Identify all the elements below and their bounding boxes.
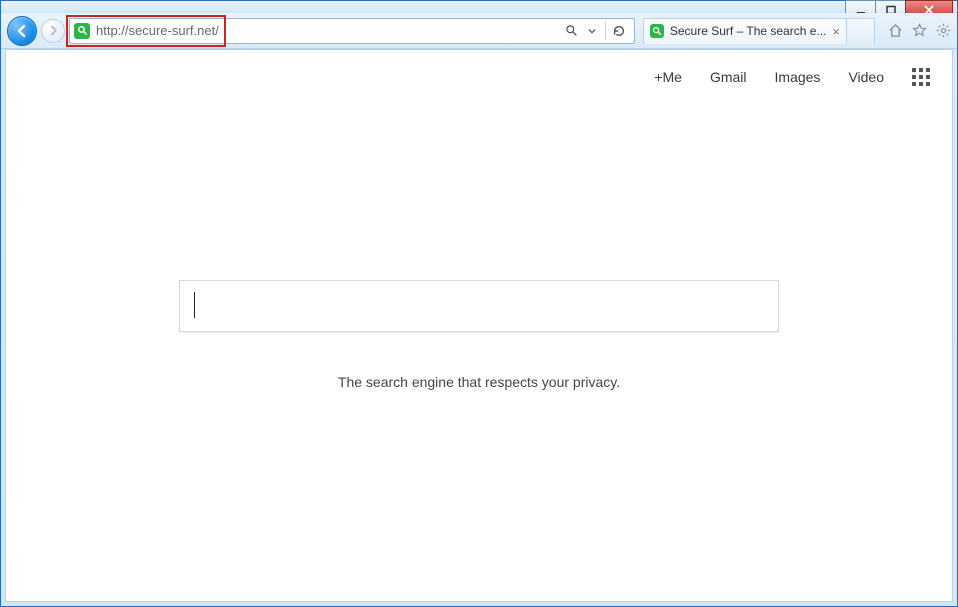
titlebar xyxy=(1,1,957,13)
favorites-button[interactable] xyxy=(911,23,927,39)
tools-button[interactable] xyxy=(935,23,951,39)
star-icon xyxy=(912,23,927,38)
tab-bar: Secure Surf – The search e... × xyxy=(643,17,875,45)
link-gmail[interactable]: Gmail xyxy=(710,69,747,85)
browser-toolbar: Secure Surf – The search e... × xyxy=(1,13,957,49)
separator xyxy=(605,22,606,40)
link-video[interactable]: Video xyxy=(848,69,884,85)
refresh-icon xyxy=(612,24,626,38)
tab-secure-surf[interactable]: Secure Surf – The search e... × xyxy=(643,18,847,44)
back-button[interactable] xyxy=(7,16,37,46)
new-tab-button[interactable] xyxy=(847,18,875,44)
search-area: The search engine that respects your pri… xyxy=(179,280,779,390)
toolbar-right-icons xyxy=(887,23,951,39)
tab-favicon-magnifier-icon xyxy=(650,24,664,38)
tagline: The search engine that respects your pri… xyxy=(338,374,620,390)
search-input[interactable] xyxy=(179,280,779,332)
forward-button[interactable] xyxy=(41,19,65,43)
page-viewport: +Me Gmail Images Video The search engine… xyxy=(5,49,953,602)
url-input[interactable] xyxy=(90,23,565,38)
address-bar-controls xyxy=(565,22,630,40)
gear-icon xyxy=(936,23,951,38)
tab-close-button[interactable]: × xyxy=(832,24,840,39)
arrow-right-icon xyxy=(48,25,59,36)
tab-title: Secure Surf – The search e... xyxy=(670,24,827,38)
address-bar[interactable] xyxy=(69,18,635,44)
site-favicon-magnifier-icon xyxy=(74,23,90,39)
home-icon xyxy=(888,23,903,38)
apps-grid-icon[interactable] xyxy=(912,68,930,86)
home-button[interactable] xyxy=(887,23,903,39)
refresh-button[interactable] xyxy=(612,24,626,38)
arrow-left-icon xyxy=(15,24,29,38)
chevron-down-icon[interactable] xyxy=(585,24,599,38)
search-icon[interactable] xyxy=(565,24,579,38)
page-header-links: +Me Gmail Images Video xyxy=(654,68,930,86)
text-cursor xyxy=(194,292,195,318)
browser-window: Secure Surf – The search e... × +Me Gmai… xyxy=(0,0,958,607)
link-me[interactable]: +Me xyxy=(654,69,682,85)
link-images[interactable]: Images xyxy=(775,69,821,85)
